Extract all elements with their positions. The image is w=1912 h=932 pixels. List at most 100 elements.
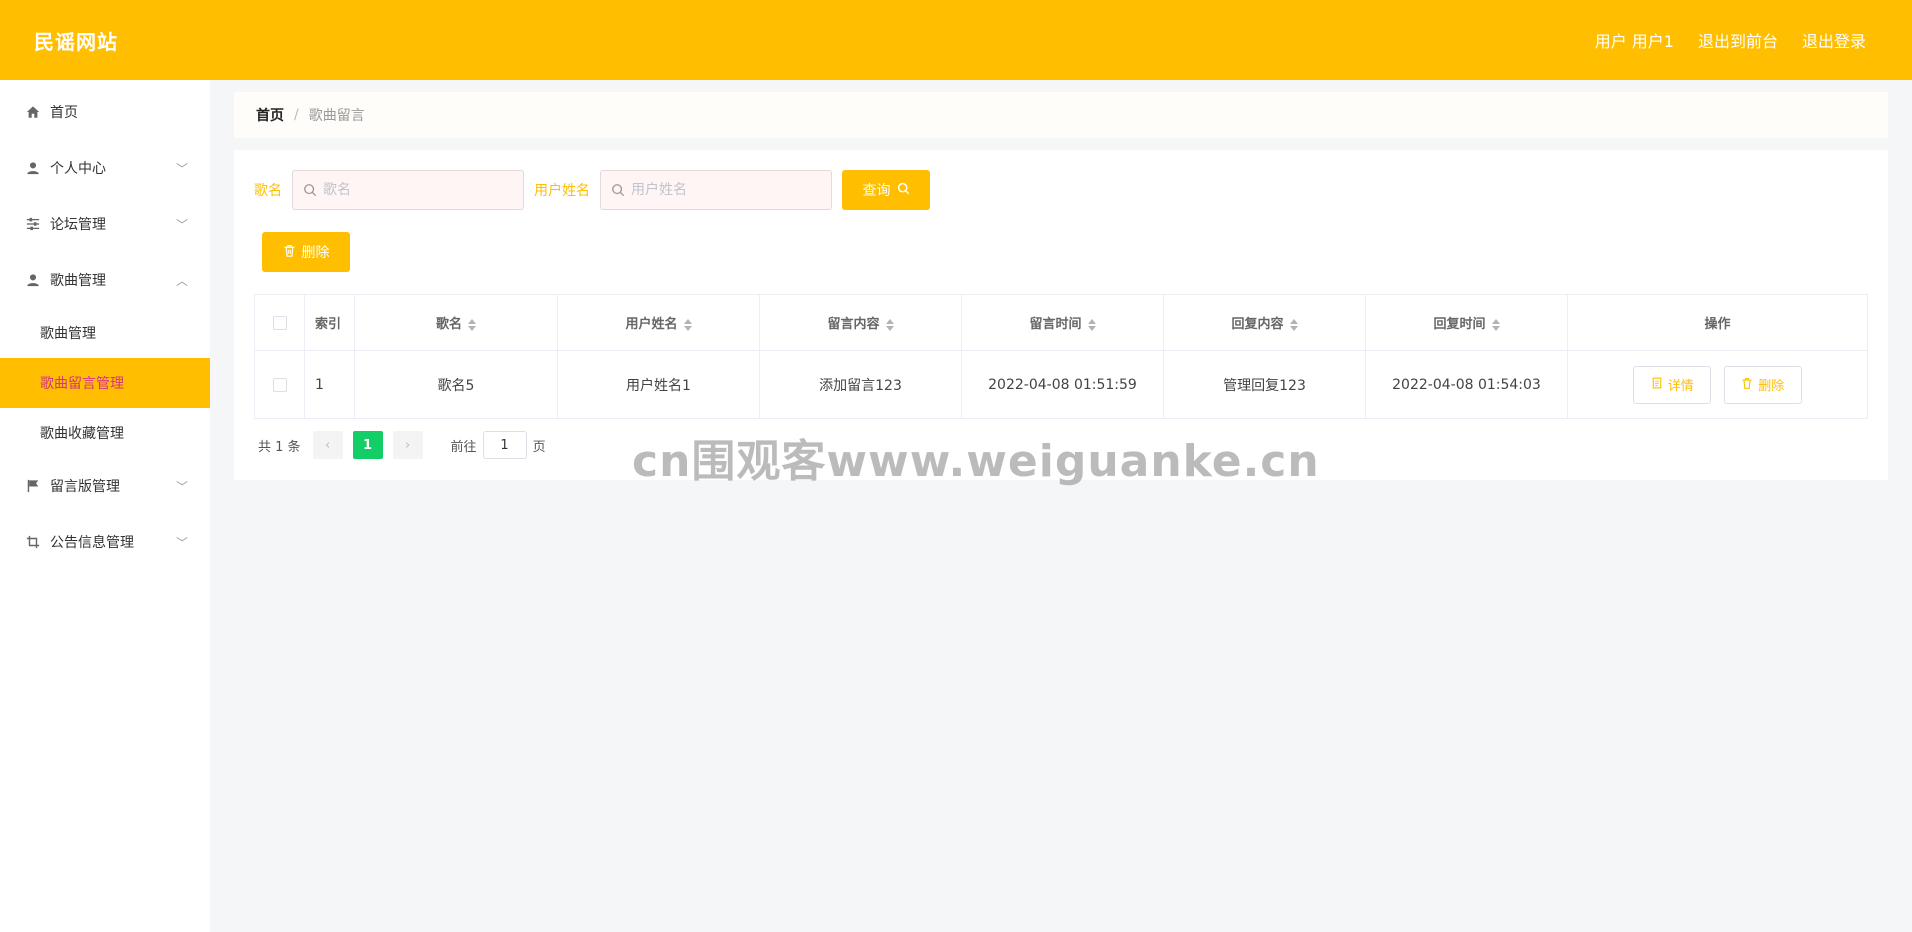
comments-table: 索引 歌名 用户姓名 留言内容 留言时间 回复内容 回复时间 操作 1 歌名5 … [254,294,1868,419]
sort-icon[interactable] [1289,318,1298,331]
trash-icon [283,244,296,261]
chevron-down-icon: ﹀ [175,479,188,494]
cell-reply: 管理回复123 [1163,350,1366,419]
user-search-label: 用户姓名 [534,183,590,199]
sidebar-item-profile[interactable]: 个人中心 ﹀ [0,140,210,196]
column-header-label: 回复内容 [1231,317,1284,332]
chevron-up-icon: ︿ [175,273,188,288]
sidebar-item-label: 公告信息管理 [50,535,134,551]
goto-page-input[interactable] [482,431,527,459]
user-icon [24,271,42,289]
user-search-box [600,170,832,210]
table-row: 1 歌名5 用户姓名1 添加留言123 2022-04-08 01:51:59 … [254,350,1868,419]
breadcrumb-current: 歌曲留言 [308,108,365,124]
page-number-current[interactable]: 1 [352,431,383,459]
flag-icon [24,477,42,495]
top-header: 民谣网站 用户 用户1 退出到前台 退出登录 [0,0,1912,80]
select-all-cell [254,294,305,351]
prev-page-button[interactable]: ‹ [312,431,343,459]
cell-content: 添加留言123 [759,350,962,419]
goto-suffix: 页 [532,439,546,455]
sidebar-item-label: 留言版管理 [50,479,120,495]
chevron-right-icon: › [404,437,411,453]
detail-button[interactable]: 详情 [1633,365,1712,404]
sort-icon[interactable] [885,318,894,331]
user-search-input[interactable] [631,182,821,198]
current-user-link[interactable]: 用户 用户1 [1595,28,1674,52]
goto-page: 前往 页 [451,431,546,459]
sliders-icon [24,215,42,233]
sort-icon[interactable] [468,318,476,331]
main-content: 首页 / 歌曲留言 歌名 用户姓名 查询 [234,92,1888,480]
column-header-label: 用户姓名 [625,317,678,332]
goto-prefix: 前往 [450,439,477,455]
trash-icon [1741,377,1753,393]
table-header-row: 索引 歌名 用户姓名 留言内容 留言时间 回复内容 回复时间 操作 [254,294,1868,351]
site-brand: 民谣网站 [34,29,118,54]
sidebar-item-label: 论坛管理 [50,217,106,233]
sidebar-item-songs[interactable]: 歌曲管理 ︿ [0,252,210,308]
document-icon [1651,377,1663,393]
cell-user: 用户姓名1 [557,350,760,419]
pagination-total: 共 1 条 [258,439,301,455]
sidebar-item-label: 首页 [50,105,78,121]
breadcrumb: 首页 / 歌曲留言 [234,92,1888,138]
chevron-down-icon: ﹀ [175,161,188,176]
bulk-delete-label: 删除 [301,245,330,261]
sidebar-item-guestbook[interactable]: 留言版管理 ﹀ [0,458,210,514]
next-page-button[interactable]: › [392,431,423,459]
cell-actions: 详情 删除 [1567,350,1868,419]
search-icon [303,183,317,197]
search-form: 歌名 用户姓名 查询 [254,170,1868,210]
column-header-user[interactable]: 用户姓名 [557,294,760,351]
query-button-label: 查询 [862,183,891,199]
chevron-left-icon: ‹ [324,437,331,453]
column-header-time[interactable]: 留言时间 [961,294,1164,351]
cell-reply-time: 2022-04-08 01:54:03 [1365,350,1568,419]
chevron-down-icon: ﹀ [175,217,188,232]
column-header-actions: 操作 [1567,294,1868,351]
row-checkbox[interactable] [272,377,287,392]
sidebar: 首页 个人中心 ﹀ 论坛管理 ﹀ 歌曲管理 ︿ 歌曲管理 歌曲留言管理 歌曲收藏… [0,80,210,932]
column-header-label: 回复时间 [1433,317,1486,332]
song-search-input[interactable] [323,182,513,198]
row-delete-label: 删除 [1758,379,1785,394]
row-delete-button[interactable]: 删除 [1723,365,1802,404]
sidebar-subitem-songs[interactable]: 歌曲管理 [0,308,210,358]
column-header-content[interactable]: 留言内容 [759,294,962,351]
watermark-text: cn围观客www.weiguanke.cn [632,436,1320,487]
column-header-label: 留言时间 [1029,317,1082,332]
detail-button-label: 详情 [1667,379,1694,394]
home-icon [24,103,42,121]
select-all-checkbox[interactable] [272,315,287,330]
query-button[interactable]: 查询 [842,170,930,210]
search-icon [897,182,910,199]
logout-link[interactable]: 退出登录 [1802,28,1866,52]
crop-icon [24,533,42,551]
chevron-down-icon: ﹀ [175,535,188,550]
column-header-reply[interactable]: 回复内容 [1163,294,1366,351]
column-header-reply-time[interactable]: 回复时间 [1365,294,1568,351]
sidebar-subitem-song-favorites[interactable]: 歌曲收藏管理 [0,408,210,458]
column-header-label: 留言内容 [827,317,880,332]
exit-to-front-link[interactable]: 退出到前台 [1698,28,1778,52]
sort-icon[interactable] [683,318,692,331]
sidebar-item-notices[interactable]: 公告信息管理 ﹀ [0,514,210,570]
sidebar-item-forum[interactable]: 论坛管理 ﹀ [0,196,210,252]
cell-index: 1 [304,350,355,419]
breadcrumb-home[interactable]: 首页 [256,105,284,125]
column-header-label: 歌名 [435,317,462,332]
cell-time: 2022-04-08 01:51:59 [961,350,1164,419]
column-header-song[interactable]: 歌名 [354,294,558,351]
row-select-cell [254,350,305,419]
song-search-box [292,170,524,210]
sidebar-item-home[interactable]: 首页 [0,84,210,140]
sort-icon[interactable] [1087,318,1096,331]
column-header-index: 索引 [304,294,355,351]
sidebar-item-label: 歌曲管理 [50,273,106,289]
header-actions: 用户 用户1 退出到前台 退出登录 [1595,28,1866,52]
search-icon [611,183,625,197]
bulk-delete-button[interactable]: 删除 [262,232,350,272]
sidebar-subitem-song-comments[interactable]: 歌曲留言管理 [0,358,210,408]
sort-icon[interactable] [1491,318,1500,331]
